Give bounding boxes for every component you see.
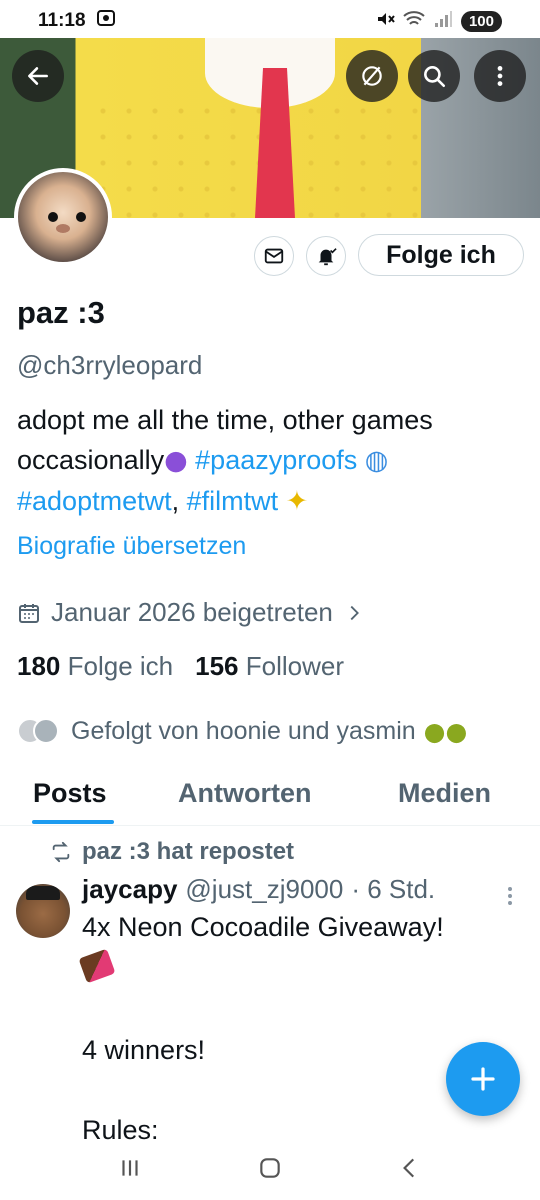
battery-indicator: 100 bbox=[460, 10, 502, 32]
status-bar: 11:18 100 bbox=[0, 0, 540, 42]
status-time: 11:18 bbox=[38, 10, 86, 31]
calendar-icon bbox=[19, 603, 39, 623]
post-text-rest: 4 winners! Rules: bbox=[82, 1035, 206, 1145]
repost-icon bbox=[52, 841, 70, 863]
mutual-avatars bbox=[17, 716, 63, 746]
arrow-left-icon bbox=[28, 67, 48, 85]
hashtag-link[interactable]: #paazyproofs bbox=[195, 445, 357, 475]
followers-count: 156 bbox=[195, 651, 239, 681]
bio-line-1: adopt me all the time, other games bbox=[17, 405, 433, 435]
notifications-button[interactable] bbox=[306, 236, 346, 276]
home-button[interactable] bbox=[257, 1155, 283, 1186]
wifi-icon bbox=[403, 9, 425, 33]
back-nav-button[interactable] bbox=[397, 1155, 423, 1186]
follow-stats: 180 Folge ich 156 Follower bbox=[17, 651, 344, 682]
search-button[interactable] bbox=[408, 50, 460, 102]
profile-avatar[interactable] bbox=[14, 168, 112, 266]
screen-record-icon bbox=[96, 8, 116, 34]
chevron-right-icon bbox=[350, 605, 359, 620]
post-author-avatar[interactable] bbox=[16, 884, 70, 938]
mute-icon bbox=[375, 9, 395, 33]
globe-emoji: ◍ bbox=[364, 445, 389, 476]
tab-posts[interactable]: Posts bbox=[33, 778, 107, 809]
chocolate-emoji bbox=[78, 948, 116, 984]
recent-apps-button[interactable] bbox=[117, 1155, 143, 1186]
profile-bio: adopt me all the time, other games occas… bbox=[17, 400, 527, 522]
following-label: Folge ich bbox=[67, 651, 174, 681]
tab-replies[interactable]: Antworten bbox=[178, 778, 311, 809]
post-text-line-1: 4x Neon Cocoadile Giveaway! bbox=[82, 912, 444, 942]
search-icon bbox=[424, 66, 446, 88]
chevron-left-icon bbox=[403, 1158, 415, 1177]
followed-by-text: Gefolgt von hoonie und yasmin bbox=[71, 716, 416, 745]
following-button[interactable]: Folge ich bbox=[358, 234, 524, 276]
post-time: · 6 Std. bbox=[351, 874, 436, 904]
plus-icon bbox=[471, 1067, 495, 1091]
hashtag-link[interactable]: #adoptmetwt bbox=[17, 486, 172, 516]
more-vertical-icon bbox=[497, 66, 503, 86]
post-author-handle[interactable]: @just_zj9000 bbox=[185, 874, 343, 905]
more-options-button[interactable] bbox=[474, 50, 526, 102]
followers-label: Follower bbox=[245, 651, 344, 681]
bio-text: occasionally bbox=[17, 445, 165, 475]
no-notification-button[interactable] bbox=[346, 50, 398, 102]
user-handle: @ch3rryleopard bbox=[17, 350, 203, 380]
compose-button[interactable] bbox=[446, 1042, 520, 1116]
post-more-button[interactable] bbox=[508, 884, 516, 908]
recent-apps-icon bbox=[122, 1159, 138, 1176]
joined-text: Januar 2026 beigetreten bbox=[51, 597, 333, 627]
translate-bio-link[interactable]: Biografie übersetzen bbox=[17, 532, 246, 561]
signal-icon bbox=[433, 9, 453, 33]
followed-by[interactable]: Gefolgt von hoonie und yasmin ●● bbox=[17, 716, 467, 746]
home-icon bbox=[260, 1157, 280, 1178]
yarn-emoji: ● bbox=[164, 445, 188, 476]
post-author-name[interactable]: jaycapy bbox=[82, 874, 177, 905]
message-button[interactable] bbox=[254, 236, 294, 276]
bell-check-icon bbox=[318, 248, 337, 266]
dizzy-emoji: ✦ bbox=[285, 486, 309, 517]
repost-indicator: paz :3 hat repostet bbox=[50, 838, 294, 866]
olive-emoji: ●● bbox=[423, 716, 468, 746]
repost-label: paz :3 hat repostet bbox=[82, 838, 295, 865]
bio-separator: , bbox=[171, 486, 187, 516]
slash-circle-icon bbox=[362, 66, 382, 86]
tab-media[interactable]: Medien bbox=[398, 778, 491, 809]
post-body[interactable]: 4x Neon Cocoadile Giveaway! 4 winners! R… bbox=[78, 907, 522, 1150]
active-tab-indicator bbox=[32, 820, 114, 824]
following-stat[interactable]: 180 Folge ich bbox=[17, 651, 173, 682]
followers-stat[interactable]: 156 Follower bbox=[195, 651, 344, 682]
system-nav-bar bbox=[0, 1140, 540, 1200]
post-header: jaycapy @just_zj9000 · 6 Std. bbox=[82, 874, 435, 905]
joined-date[interactable]: Januar 2026 beigetreten bbox=[17, 597, 365, 628]
hashtag-link[interactable]: #filmtwt bbox=[187, 486, 279, 516]
envelope-icon bbox=[264, 248, 284, 264]
back-button[interactable] bbox=[12, 50, 64, 102]
display-name: paz :3 bbox=[17, 295, 105, 330]
following-count: 180 bbox=[17, 651, 61, 681]
profile-tabs: Posts Antworten Medien bbox=[0, 772, 540, 826]
